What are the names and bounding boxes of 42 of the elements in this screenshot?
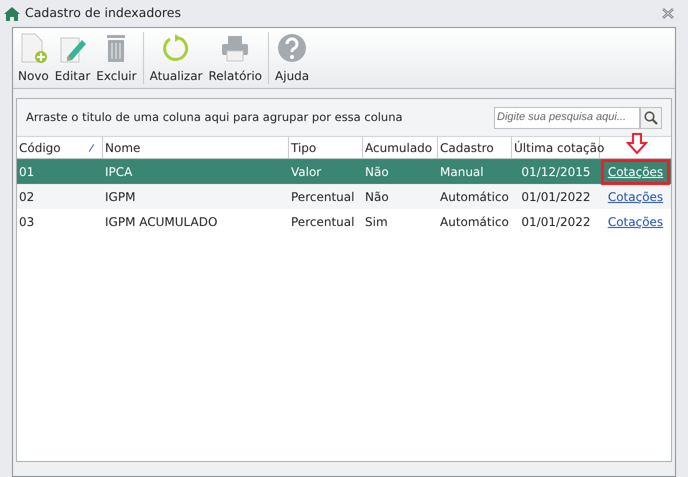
toolbar-button[interactable]: Editar [52, 32, 94, 84]
window-title: Cadastro de indexadores [25, 4, 181, 22]
table-cell-text: Automático [439, 188, 510, 206]
table-cell-text: 02 [18, 188, 36, 206]
table-cell-text: IGPM [104, 188, 136, 206]
quotes-link[interactable]: Cotações [600, 184, 670, 210]
column-header[interactable]: Código [17, 137, 103, 158]
table-cell-text: Percentual [290, 214, 356, 230]
quotes-link[interactable]: Cotações [600, 208, 670, 234]
table-cell-text: Automático [439, 214, 510, 230]
table-cell-text: Não [364, 164, 390, 180]
group-panel-hint: Arraste o titulo de uma coluna aqui para agrupar por essa coluna [26, 108, 404, 126]
search-button[interactable] [640, 106, 662, 128]
column-header[interactable]: Nome [103, 137, 289, 158]
table-cell-text: IPCA [104, 164, 134, 180]
search-icon [644, 110, 658, 124]
column-header[interactable]: Cadastro [438, 137, 512, 158]
table-cell-text: 01/01/2022 [520, 214, 592, 230]
close-icon[interactable] [662, 8, 674, 19]
table-cell-text: IGPM ACUMULADO [104, 214, 218, 230]
toolbar-button[interactable]: Relatório [206, 32, 266, 84]
table-cell-text: 03 [18, 214, 36, 230]
table-cell-text: Manual [439, 164, 485, 180]
toolbar-button[interactable]: Atualizar [146, 32, 206, 84]
search-field[interactable]: Digite sua pesquisa aqui... [494, 106, 640, 128]
table-cell-text: 01 [18, 164, 36, 180]
table-row[interactable]: 02 IGPM Percentual Não Automático 01/01/2022 Cotações [17, 184, 671, 209]
home-icon [4, 6, 20, 20]
toolbar-button[interactable]: Novo [15, 32, 52, 84]
quotes-link[interactable]: Cotações [600, 158, 670, 184]
table-cell-text: Percentual [290, 188, 356, 206]
table-cell-text: Valor [290, 164, 322, 180]
table-cell-text: 01/01/2022 [520, 188, 592, 206]
table-cell-text: 01/12/2015 [520, 164, 592, 180]
table-cell-text: Sim [364, 214, 389, 230]
table-cell-text: Não [364, 188, 390, 206]
help-icon [277, 32, 308, 64]
column-header[interactable]: Tipo [289, 137, 363, 158]
toolbar-button[interactable]: Excluir [93, 32, 140, 84]
column-header[interactable]: Acumulado [363, 137, 438, 158]
toolbar-button[interactable]: Ajuda [272, 32, 312, 84]
sort-icon [89, 144, 94, 152]
